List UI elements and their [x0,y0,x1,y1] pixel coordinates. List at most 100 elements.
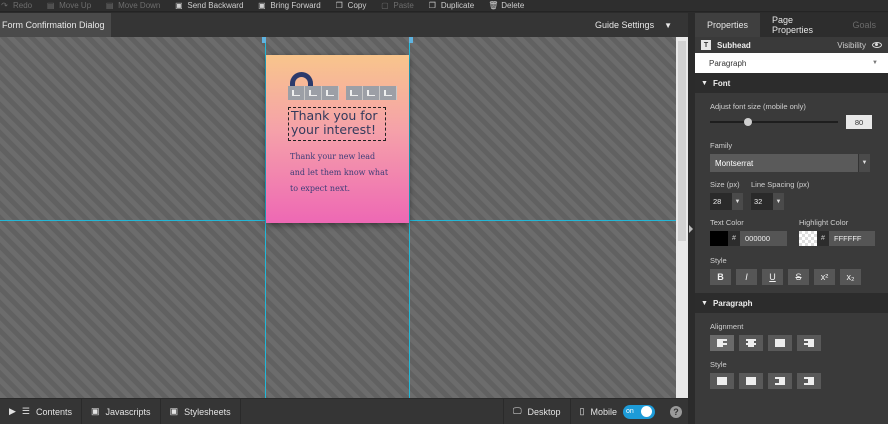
mobile-toggle[interactable]: on [623,404,655,419]
panel-collapse-tab[interactable] [688,13,695,424]
copy-icon: ❐ [335,0,343,10]
superscript-button[interactable]: x² [814,269,835,285]
list-style-buttons [710,373,873,389]
alignment-toolbar [288,86,404,100]
align-middle-button[interactable] [363,86,380,100]
contents-label: Contents [36,406,73,417]
top-toolbar: ↷ Redo ▤ Move Up ▤ Move Down ▣ Send Backward… [0,0,888,12]
highlight-color-hex-input[interactable]: FFFFFF [829,231,875,246]
bulleted-list-icon[interactable] [710,373,734,389]
italic-button[interactable]: I [736,269,757,285]
delete-button[interactable]: 🗑 Delete [488,1,524,10]
font-size-select[interactable]: 28 ▼ [710,193,743,210]
font-size-slider[interactable] [710,118,838,126]
mobile-icon: ▯ [579,406,585,416]
font-size-value-field[interactable]: 80 [846,115,872,129]
font-section-body: Adjust font size (mobile only) 80 Family… [695,102,888,285]
strikethrough-button[interactable]: S [788,269,809,285]
guide-settings-label: Guide Settings [595,20,655,30]
outdent-icon[interactable] [768,373,792,389]
list-icon: ☰ [21,406,30,416]
text-color-swatch[interactable] [710,231,728,246]
javascripts-button[interactable]: ▣ Javascripts [82,398,161,424]
desktop-icon: 🖵 [512,406,522,416]
paste-button[interactable]: ▢ Paste [380,0,414,10]
font-family-select[interactable]: Montserrat ▼ [710,154,873,172]
align-center-button[interactable] [305,86,322,100]
element-type-select[interactable]: Paragraph ▼ [695,53,888,73]
redo-icon: ↷ [1,0,8,10]
mobile-view-button[interactable]: ▯ Mobile on [569,398,664,424]
arrow-right-icon [689,225,693,233]
text-align-right-icon[interactable] [797,335,821,351]
alignment-label: Alignment [710,322,744,331]
subscript-button[interactable]: x₂ [840,269,861,285]
arrow-right-icon: ▶ [9,406,16,416]
font-section-header[interactable]: ▼ Font [695,73,888,93]
javascript-file-icon: ▣ [91,406,100,416]
align-top-button[interactable] [346,86,363,100]
stylesheets-label: Stylesheets [184,406,231,417]
copy-label: Copy [347,1,367,10]
tab-goals[interactable]: Goals [840,13,888,37]
slider-handle[interactable] [744,118,753,126]
text-element-icon: T [701,40,711,50]
underline-button[interactable]: U [762,269,783,285]
caret-down-icon: ▼ [773,193,784,210]
align-bottom-button[interactable] [380,86,397,100]
contents-button[interactable]: ▶ ☰ Contents [0,398,83,424]
highlight-color-picker[interactable]: # FFFFFF [799,231,875,246]
scrollbar-thumb[interactable] [678,41,686,241]
duplicate-label: Duplicate [440,1,475,10]
copy-button[interactable]: ❐ Copy [335,1,367,10]
guide-settings-dropdown[interactable]: Guide Settings ▼ [595,20,688,30]
delete-label: Delete [501,1,525,10]
stylesheets-button[interactable]: ▣ Stylesheets [161,398,241,424]
paste-icon: ▢ [381,0,389,10]
line-spacing-select[interactable]: 32 ▼ [751,193,809,210]
text-align-justify-icon[interactable] [768,335,792,351]
numbered-list-icon[interactable] [739,373,763,389]
paragraph-section-header[interactable]: ▼ Paragraph [695,293,888,313]
paragraph-section-body: Alignment Style [695,322,888,389]
text-color-hex-input[interactable]: 000000 [740,231,787,246]
redo-button[interactable]: ↷ Redo [0,1,32,10]
duplicate-button[interactable]: ❐ Duplicate [428,1,474,10]
indent-icon[interactable] [797,373,821,389]
caret-down-icon: ▼ [732,193,743,210]
align-right-button[interactable] [322,86,339,100]
help-icon[interactable]: ? [670,405,682,418]
dialog-body-text[interactable]: Thank your new lead and let them know wh… [290,149,390,197]
move-up-button[interactable]: ▤ Move Up [46,1,91,10]
paragraph-style-label: Style [710,360,727,369]
confirmation-dialog[interactable]: Thank you for your interest! Thank your … [266,55,409,223]
text-align-center-icon[interactable] [739,335,763,351]
send-backward-label: Send Backward [187,1,244,10]
chevron-down-icon: ▼ [701,299,708,307]
dialog-headline[interactable]: Thank you for your interest! [288,107,386,141]
highlight-color-swatch[interactable] [799,231,817,246]
tab-properties[interactable]: Properties [695,13,761,37]
guide-line-vertical-right[interactable] [409,37,410,398]
hash-symbol: # [728,231,740,246]
javascripts-label: Javascripts [105,406,151,417]
send-backward-button[interactable]: ▣ Send Backward [174,1,243,10]
canvas-scrollbar[interactable] [676,37,688,398]
desktop-view-button[interactable]: 🖵 Desktop [502,398,570,424]
align-left-button[interactable] [288,86,305,100]
desktop-label: Desktop [527,406,561,417]
element-type-value: Paragraph [709,58,747,68]
toggle-label: on [626,408,634,415]
paste-label: Paste [393,1,414,10]
editor-canvas[interactable]: Thank you for your interest! Thank your … [0,37,676,398]
text-color-label: Text Color [710,218,744,227]
guide-handle-right[interactable] [409,37,413,43]
guide-handle-left[interactable] [262,37,266,43]
move-down-button[interactable]: ▤ Move Down [105,1,161,10]
tab-page-properties[interactable]: Page Properties [760,13,840,37]
text-color-picker[interactable]: # 000000 [710,231,787,246]
bring-forward-button[interactable]: ▣ Bring Forward [257,1,321,10]
text-align-left-icon[interactable] [710,335,734,351]
visibility-toggle[interactable]: Visibility [837,41,882,50]
bold-button[interactable]: B [710,269,731,285]
